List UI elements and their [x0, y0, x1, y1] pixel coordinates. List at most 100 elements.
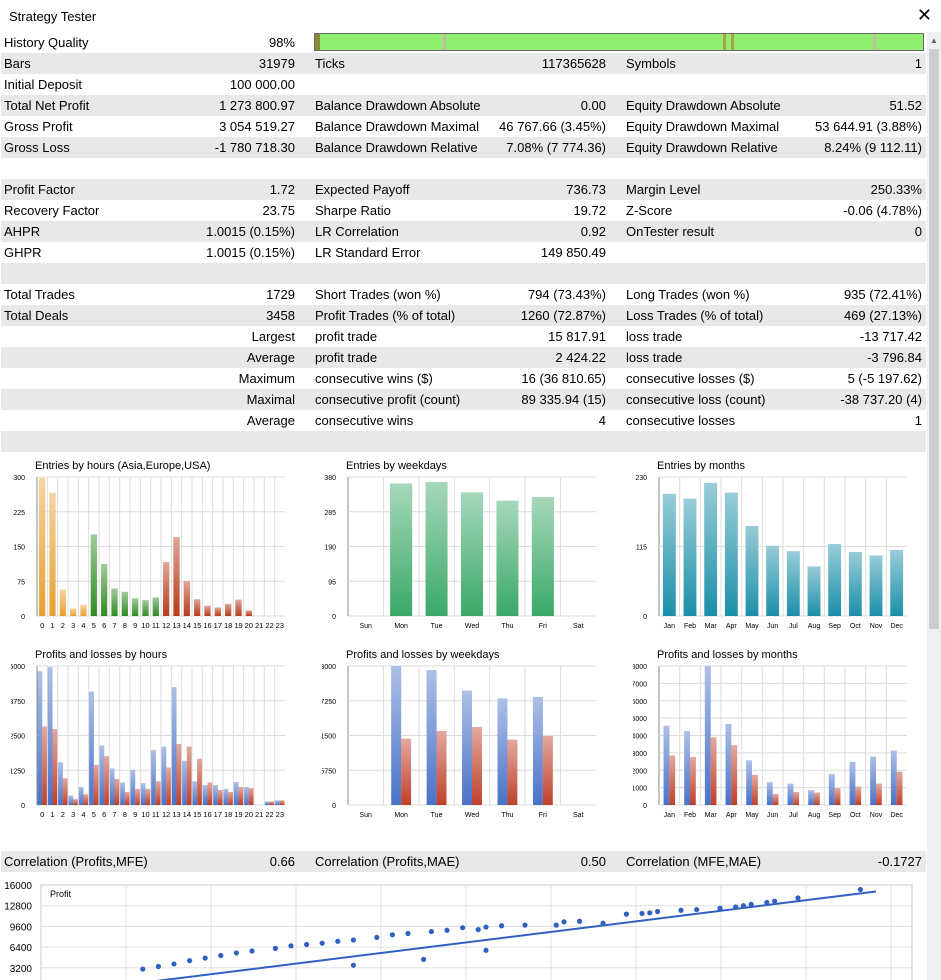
x-tick-label: 3 [71, 621, 75, 630]
x-tick-label: Jan [664, 812, 675, 819]
bar-highlight [890, 750, 897, 805]
stat-value: Average [246, 413, 295, 428]
bar-highlight [849, 761, 856, 805]
x-tick-label: 0 [40, 810, 44, 819]
bar-highlight [52, 729, 58, 805]
scroll-up-icon[interactable]: ▲ [927, 32, 941, 49]
stat-label: Gross Profit [4, 119, 73, 134]
bar-highlight [752, 774, 758, 805]
scatter-point [350, 962, 356, 968]
stat-value: 0 [914, 224, 922, 239]
x-tick-label: 3 [71, 810, 75, 819]
y-tick-label: 190 [324, 545, 336, 552]
stat-value: 51.52 [889, 98, 922, 113]
bar-highlight [275, 800, 280, 805]
stat-label: LR Correlation [315, 224, 399, 239]
stats-row: Average profit trade 2 424.22 loss trade -3 … [1, 347, 926, 368]
y-tick-label: 16000 [4, 881, 32, 892]
x-tick-label: Jun [767, 623, 778, 630]
stat-value: 2 424.22 [555, 350, 606, 365]
y-tick-label: 225 [13, 510, 25, 517]
stat-label: Total Deals [4, 308, 69, 323]
bar-highlight [176, 744, 182, 805]
bar-highlight [807, 566, 821, 616]
x-tick-label: Aug [808, 623, 821, 630]
bar-highlight [279, 800, 285, 805]
bar-highlight [531, 497, 554, 616]
vertical-scrollbar[interactable]: ▲ [927, 32, 941, 980]
stat-label: Profit Trades (% of total) [315, 308, 456, 323]
x-tick-label: 17 [214, 810, 222, 819]
y-tick-label: 527250 [322, 699, 336, 706]
x-tick-label: Jul [789, 623, 798, 630]
bar-highlight [124, 792, 130, 805]
scatter-point [600, 920, 606, 926]
scatter-point [140, 966, 146, 972]
stat-value: 1 273 800.97 [219, 98, 295, 113]
bar-highlight [130, 769, 136, 805]
scatter-point [733, 904, 739, 910]
bar-highlight [808, 790, 814, 805]
bar-highlight [152, 597, 159, 616]
bar-highlight [731, 745, 738, 805]
stat-label: Long Trades (won %) [626, 287, 750, 302]
bar-highlight [814, 792, 820, 805]
bar-highlight [228, 792, 233, 805]
x-tick-label: Thu [501, 623, 513, 630]
x-tick-label: Thu [501, 812, 513, 819]
stat-label: OnTester result [626, 224, 715, 239]
y-tick-label: 273750 [11, 699, 25, 706]
stat-value: 0.00 [580, 98, 606, 113]
x-tick-label: Nov [870, 623, 883, 630]
stat-value: 0.50 [580, 854, 606, 869]
x-tick-label: Sep [828, 812, 841, 819]
x-tick-label: 4 [81, 621, 85, 630]
stat-value: 7.08% (7 774.36) [506, 140, 606, 155]
stat-value: 23.75 [262, 203, 295, 218]
x-tick-label: Nov [870, 812, 883, 819]
bar-highlight [704, 483, 718, 616]
stat-value: 1.72 [269, 182, 295, 197]
chart-title: Entries by hours (Asia,Europe,USA) [35, 460, 210, 472]
bar-highlight [204, 605, 211, 616]
stat-label: consecutive losses [626, 413, 736, 428]
bar-highlight [828, 544, 842, 616]
x-tick-label: 17 [214, 621, 222, 630]
y-tick-label: 0 [21, 803, 25, 810]
stat-label: Balance Drawdown Maximal [315, 119, 480, 134]
stat-label: consecutive wins [315, 413, 414, 428]
stats-row: Bars 31979 Ticks 117365628 Symbols 1 [1, 53, 926, 74]
x-tick-label: Sun [359, 812, 372, 819]
bar-highlight [834, 788, 841, 805]
stat-value: 53 644.91 (3.88%) [815, 119, 922, 134]
close-icon[interactable]: ✕ [917, 5, 932, 26]
scatter-point [155, 963, 161, 970]
x-tick-label: 5 [92, 810, 96, 819]
stat-value: 8.24% (9 112.11) [824, 140, 922, 155]
scatter-point [218, 952, 224, 959]
scatter-point [795, 895, 801, 901]
stat-value: -3 796.84 [867, 350, 922, 365]
bar-highlight [869, 555, 883, 616]
scatter-point [639, 910, 645, 917]
x-tick-label: 19 [234, 621, 242, 630]
x-tick-label: 5 [92, 621, 96, 630]
bar-highlight [890, 550, 904, 616]
x-tick-label: 23 [276, 621, 284, 630]
stat-label: Ticks [315, 56, 345, 71]
stat-label: Correlation (Profits,MAE) [315, 854, 460, 869]
scroll-thumb[interactable] [929, 49, 939, 629]
stats-row: History Quality 98% [1, 32, 926, 53]
bar-highlight [90, 534, 97, 616]
x-tick-label: Wed [465, 623, 479, 630]
x-tick-label: 10 [141, 621, 149, 630]
stats-row: Maximum consecutive wins ($) 16 (36 810.65… [1, 368, 926, 389]
stats-row: Average consecutive wins 4 consecutive loss… [1, 410, 926, 431]
bar-highlight [238, 787, 244, 805]
bar-highlight [724, 492, 738, 616]
y-tick-label: 182500 [11, 734, 25, 741]
x-tick-label: 11 [152, 621, 160, 630]
stat-value: 469 (27.13%) [843, 308, 922, 323]
x-tick-label: 18 [224, 621, 232, 630]
y-tick-label: 9600 [10, 922, 33, 933]
